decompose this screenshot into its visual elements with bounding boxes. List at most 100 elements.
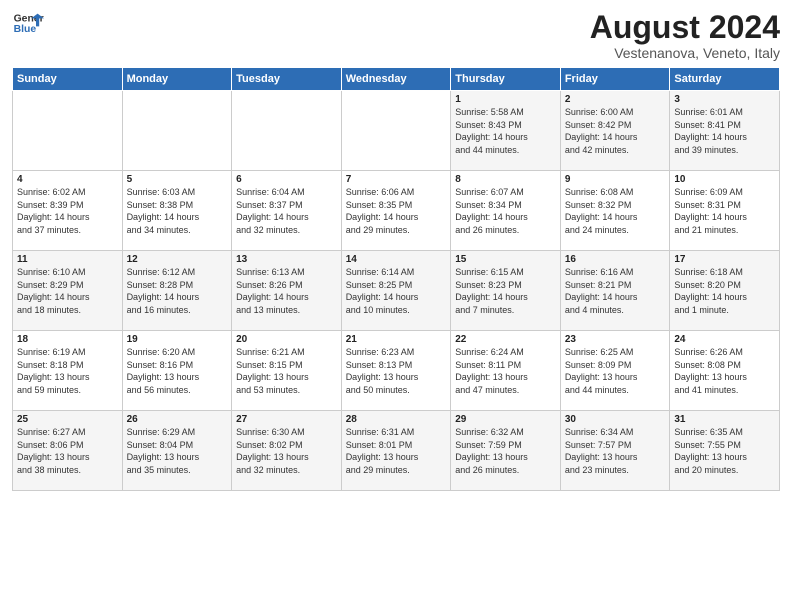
day-number: 24 bbox=[674, 334, 775, 345]
cell-info: Sunrise: 6:00 AM Sunset: 8:42 PM Dayligh… bbox=[565, 106, 666, 156]
cell-info: Sunrise: 6:24 AM Sunset: 8:11 PM Dayligh… bbox=[455, 346, 556, 396]
calendar-cell: 12Sunrise: 6:12 AM Sunset: 8:28 PM Dayli… bbox=[122, 251, 232, 331]
calendar-cell: 10Sunrise: 6:09 AM Sunset: 8:31 PM Dayli… bbox=[670, 171, 780, 251]
title-block: August 2024 Vestenanova, Veneto, Italy bbox=[590, 10, 780, 61]
logo: General Blue bbox=[12, 10, 44, 38]
day-number: 3 bbox=[674, 94, 775, 105]
calendar-cell: 9Sunrise: 6:08 AM Sunset: 8:32 PM Daylig… bbox=[560, 171, 670, 251]
day-number: 14 bbox=[346, 254, 447, 265]
calendar-cell bbox=[13, 91, 123, 171]
calendar-cell: 25Sunrise: 6:27 AM Sunset: 8:06 PM Dayli… bbox=[13, 411, 123, 491]
day-number: 20 bbox=[236, 334, 337, 345]
weekday-header-sunday: Sunday bbox=[13, 68, 123, 91]
location: Vestenanova, Veneto, Italy bbox=[590, 45, 780, 61]
calendar-cell: 4Sunrise: 6:02 AM Sunset: 8:39 PM Daylig… bbox=[13, 171, 123, 251]
day-number: 21 bbox=[346, 334, 447, 345]
day-number: 29 bbox=[455, 414, 556, 425]
calendar-cell: 7Sunrise: 6:06 AM Sunset: 8:35 PM Daylig… bbox=[341, 171, 451, 251]
page-container: General Blue August 2024 Vestenanova, Ve… bbox=[0, 0, 792, 499]
calendar-cell: 23Sunrise: 6:25 AM Sunset: 8:09 PM Dayli… bbox=[560, 331, 670, 411]
day-number: 7 bbox=[346, 174, 447, 185]
cell-info: Sunrise: 6:01 AM Sunset: 8:41 PM Dayligh… bbox=[674, 106, 775, 156]
calendar-cell: 5Sunrise: 6:03 AM Sunset: 8:38 PM Daylig… bbox=[122, 171, 232, 251]
day-number: 31 bbox=[674, 414, 775, 425]
header: General Blue August 2024 Vestenanova, Ve… bbox=[12, 10, 780, 61]
cell-info: Sunrise: 6:34 AM Sunset: 7:57 PM Dayligh… bbox=[565, 426, 666, 476]
weekday-header-friday: Friday bbox=[560, 68, 670, 91]
cell-info: Sunrise: 6:03 AM Sunset: 8:38 PM Dayligh… bbox=[127, 186, 228, 236]
calendar-cell: 8Sunrise: 6:07 AM Sunset: 8:34 PM Daylig… bbox=[451, 171, 561, 251]
cell-info: Sunrise: 6:35 AM Sunset: 7:55 PM Dayligh… bbox=[674, 426, 775, 476]
calendar-cell: 13Sunrise: 6:13 AM Sunset: 8:26 PM Dayli… bbox=[232, 251, 342, 331]
calendar-table: SundayMondayTuesdayWednesdayThursdayFrid… bbox=[12, 67, 780, 491]
calendar-cell bbox=[122, 91, 232, 171]
month-year: August 2024 bbox=[590, 10, 780, 45]
calendar-cell: 28Sunrise: 6:31 AM Sunset: 8:01 PM Dayli… bbox=[341, 411, 451, 491]
calendar-cell bbox=[341, 91, 451, 171]
calendar-cell: 1Sunrise: 5:58 AM Sunset: 8:43 PM Daylig… bbox=[451, 91, 561, 171]
calendar-cell: 31Sunrise: 6:35 AM Sunset: 7:55 PM Dayli… bbox=[670, 411, 780, 491]
day-number: 17 bbox=[674, 254, 775, 265]
day-number: 22 bbox=[455, 334, 556, 345]
cell-info: Sunrise: 6:21 AM Sunset: 8:15 PM Dayligh… bbox=[236, 346, 337, 396]
day-number: 9 bbox=[565, 174, 666, 185]
day-number: 8 bbox=[455, 174, 556, 185]
calendar-cell: 15Sunrise: 6:15 AM Sunset: 8:23 PM Dayli… bbox=[451, 251, 561, 331]
cell-info: Sunrise: 6:08 AM Sunset: 8:32 PM Dayligh… bbox=[565, 186, 666, 236]
cell-info: Sunrise: 6:30 AM Sunset: 8:02 PM Dayligh… bbox=[236, 426, 337, 476]
calendar-cell: 17Sunrise: 6:18 AM Sunset: 8:20 PM Dayli… bbox=[670, 251, 780, 331]
calendar-cell bbox=[232, 91, 342, 171]
day-number: 26 bbox=[127, 414, 228, 425]
cell-info: Sunrise: 6:18 AM Sunset: 8:20 PM Dayligh… bbox=[674, 266, 775, 316]
day-number: 12 bbox=[127, 254, 228, 265]
weekday-header-wednesday: Wednesday bbox=[341, 68, 451, 91]
logo-icon: General Blue bbox=[12, 10, 44, 38]
cell-info: Sunrise: 6:02 AM Sunset: 8:39 PM Dayligh… bbox=[17, 186, 118, 236]
cell-info: Sunrise: 6:15 AM Sunset: 8:23 PM Dayligh… bbox=[455, 266, 556, 316]
calendar-cell: 6Sunrise: 6:04 AM Sunset: 8:37 PM Daylig… bbox=[232, 171, 342, 251]
day-number: 15 bbox=[455, 254, 556, 265]
day-number: 5 bbox=[127, 174, 228, 185]
day-number: 16 bbox=[565, 254, 666, 265]
weekday-header-saturday: Saturday bbox=[670, 68, 780, 91]
calendar-cell: 19Sunrise: 6:20 AM Sunset: 8:16 PM Dayli… bbox=[122, 331, 232, 411]
cell-info: Sunrise: 5:58 AM Sunset: 8:43 PM Dayligh… bbox=[455, 106, 556, 156]
cell-info: Sunrise: 6:27 AM Sunset: 8:06 PM Dayligh… bbox=[17, 426, 118, 476]
cell-info: Sunrise: 6:12 AM Sunset: 8:28 PM Dayligh… bbox=[127, 266, 228, 316]
cell-info: Sunrise: 6:06 AM Sunset: 8:35 PM Dayligh… bbox=[346, 186, 447, 236]
cell-info: Sunrise: 6:10 AM Sunset: 8:29 PM Dayligh… bbox=[17, 266, 118, 316]
day-number: 28 bbox=[346, 414, 447, 425]
cell-info: Sunrise: 6:16 AM Sunset: 8:21 PM Dayligh… bbox=[565, 266, 666, 316]
weekday-header-tuesday: Tuesday bbox=[232, 68, 342, 91]
day-number: 23 bbox=[565, 334, 666, 345]
cell-info: Sunrise: 6:07 AM Sunset: 8:34 PM Dayligh… bbox=[455, 186, 556, 236]
day-number: 4 bbox=[17, 174, 118, 185]
cell-info: Sunrise: 6:32 AM Sunset: 7:59 PM Dayligh… bbox=[455, 426, 556, 476]
day-number: 6 bbox=[236, 174, 337, 185]
weekday-header-monday: Monday bbox=[122, 68, 232, 91]
cell-info: Sunrise: 6:31 AM Sunset: 8:01 PM Dayligh… bbox=[346, 426, 447, 476]
day-number: 2 bbox=[565, 94, 666, 105]
calendar-cell: 24Sunrise: 6:26 AM Sunset: 8:08 PM Dayli… bbox=[670, 331, 780, 411]
calendar-cell: 11Sunrise: 6:10 AM Sunset: 8:29 PM Dayli… bbox=[13, 251, 123, 331]
day-number: 11 bbox=[17, 254, 118, 265]
cell-info: Sunrise: 6:20 AM Sunset: 8:16 PM Dayligh… bbox=[127, 346, 228, 396]
calendar-cell: 22Sunrise: 6:24 AM Sunset: 8:11 PM Dayli… bbox=[451, 331, 561, 411]
day-number: 19 bbox=[127, 334, 228, 345]
calendar-cell: 29Sunrise: 6:32 AM Sunset: 7:59 PM Dayli… bbox=[451, 411, 561, 491]
day-number: 30 bbox=[565, 414, 666, 425]
calendar-cell: 26Sunrise: 6:29 AM Sunset: 8:04 PM Dayli… bbox=[122, 411, 232, 491]
day-number: 18 bbox=[17, 334, 118, 345]
cell-info: Sunrise: 6:29 AM Sunset: 8:04 PM Dayligh… bbox=[127, 426, 228, 476]
cell-info: Sunrise: 6:23 AM Sunset: 8:13 PM Dayligh… bbox=[346, 346, 447, 396]
calendar-cell: 20Sunrise: 6:21 AM Sunset: 8:15 PM Dayli… bbox=[232, 331, 342, 411]
cell-info: Sunrise: 6:13 AM Sunset: 8:26 PM Dayligh… bbox=[236, 266, 337, 316]
calendar-cell: 3Sunrise: 6:01 AM Sunset: 8:41 PM Daylig… bbox=[670, 91, 780, 171]
calendar-cell: 21Sunrise: 6:23 AM Sunset: 8:13 PM Dayli… bbox=[341, 331, 451, 411]
weekday-header-thursday: Thursday bbox=[451, 68, 561, 91]
calendar-cell: 16Sunrise: 6:16 AM Sunset: 8:21 PM Dayli… bbox=[560, 251, 670, 331]
day-number: 27 bbox=[236, 414, 337, 425]
day-number: 25 bbox=[17, 414, 118, 425]
calendar-cell: 30Sunrise: 6:34 AM Sunset: 7:57 PM Dayli… bbox=[560, 411, 670, 491]
calendar-cell: 27Sunrise: 6:30 AM Sunset: 8:02 PM Dayli… bbox=[232, 411, 342, 491]
